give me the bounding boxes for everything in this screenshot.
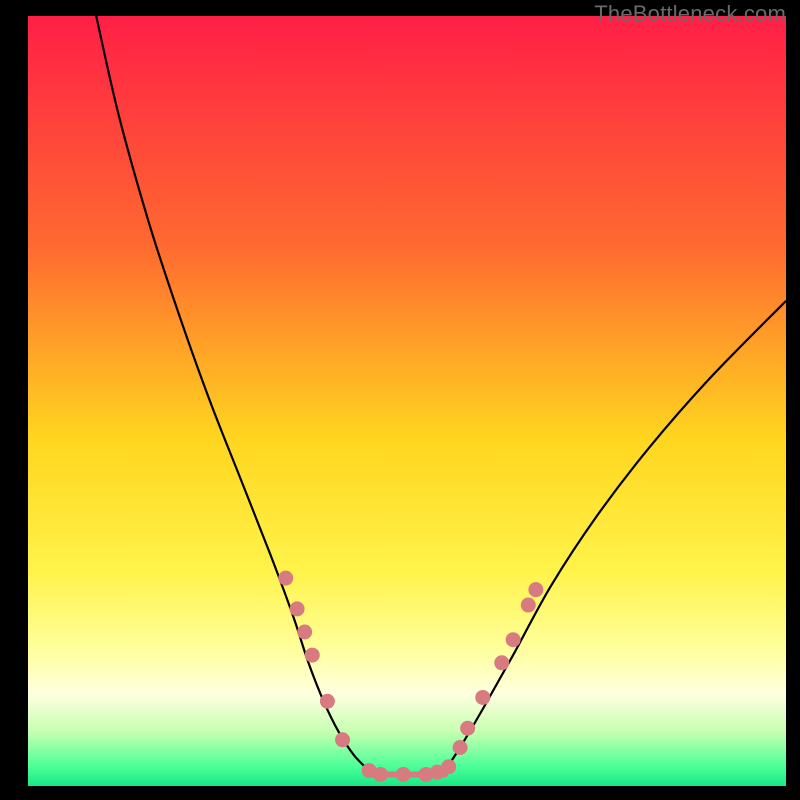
right-curve (445, 301, 786, 771)
curve-marker (305, 648, 320, 663)
curve-marker (278, 571, 293, 586)
curve-marker (521, 598, 536, 613)
left-curve (96, 16, 369, 771)
curve-marker (396, 767, 411, 782)
curve-marker (290, 601, 305, 616)
curve-marker (494, 655, 509, 670)
outer-frame: TheBottleneck.com (0, 0, 800, 800)
curve-marker (453, 740, 468, 755)
chart-svg (28, 16, 786, 786)
curve-marker (506, 632, 521, 647)
curve-marker (297, 625, 312, 640)
curve-marker (475, 690, 490, 705)
curve-marker (373, 767, 388, 782)
curve-marker (441, 759, 456, 774)
curve-marker (320, 694, 335, 709)
curve-markers (278, 571, 543, 782)
plot-area (28, 16, 786, 786)
curve-marker (528, 582, 543, 597)
curve-marker (335, 732, 350, 747)
watermark-text: TheBottleneck.com (594, 1, 786, 27)
curve-marker (460, 721, 475, 736)
